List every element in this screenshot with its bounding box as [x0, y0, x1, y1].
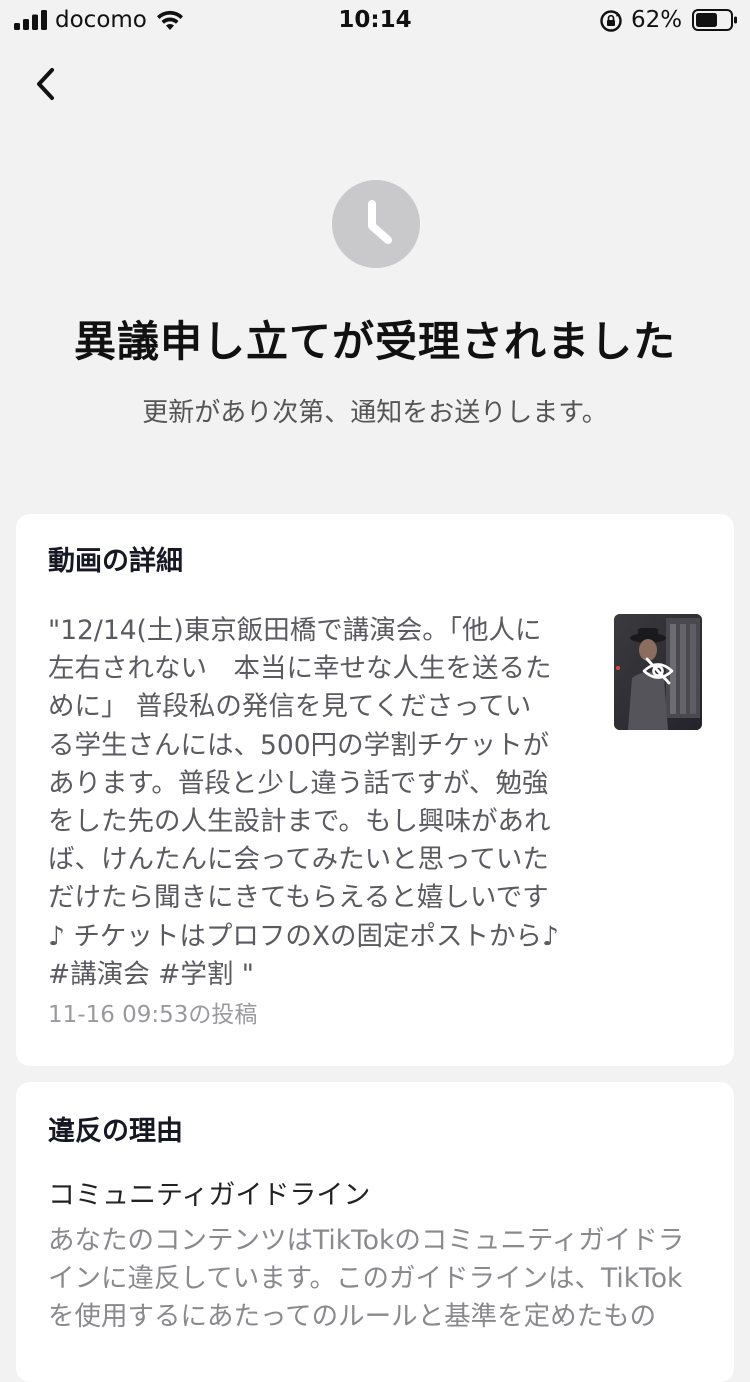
chevron-left-icon	[37, 68, 54, 100]
video-details-card: 動画の詳細 "12/14(土)東京飯田橋で講演会。「他人に 左右されない 本当に…	[16, 514, 734, 1066]
eye-off-icon	[642, 657, 674, 685]
battery-percentage: 62%	[631, 7, 683, 33]
battery-icon	[692, 9, 737, 31]
page-title: 異議申し立てが受理されました	[73, 317, 676, 366]
back-button[interactable]	[22, 60, 70, 108]
clock-icon	[332, 180, 420, 268]
video-caption: "12/14(土)東京飯田橋で講演会。「他人に 左右されない 本当に幸せな人生を…	[48, 615, 559, 990]
page-subtitle: 更新があり次第、通知をお送りします。	[142, 398, 608, 428]
post-timestamp: 11-16 09:53の投稿	[48, 1002, 258, 1028]
rotation-lock-icon	[600, 10, 622, 32]
violation-heading: 違反の理由	[48, 1116, 183, 1147]
violation-policy-name: コミュニティガイドライン	[48, 1180, 371, 1211]
status-bar: docomo 10:14 62%	[0, 0, 750, 40]
video-thumbnail[interactable]	[614, 614, 702, 730]
violation-reason-card: 違反の理由 コミュニティガイドライン あなたのコンテンツはTikTokのコミュニ…	[16, 1082, 734, 1382]
violation-description: あなたのコンテンツはTikTokのコミュニティガイドラ インに違反しています。こ…	[48, 1225, 685, 1332]
video-details-heading: 動画の詳細	[48, 546, 183, 577]
